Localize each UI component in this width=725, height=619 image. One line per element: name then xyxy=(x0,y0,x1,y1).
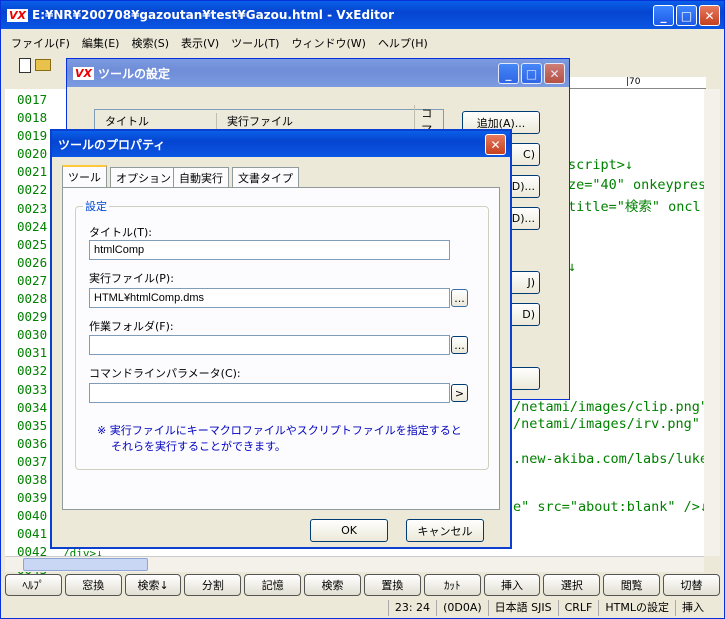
code-line: e" src="about:blank" />↓ xyxy=(513,499,709,515)
exe-label: 実行ファイル(P): xyxy=(89,272,174,285)
line-ending[interactable]: CRLF xyxy=(557,600,599,616)
menu-window[interactable]: ウィンドウ(W) xyxy=(285,35,371,51)
title-label: タイトル(T): xyxy=(89,226,153,239)
exe-input[interactable] xyxy=(89,288,450,308)
menu-tools[interactable]: ツール(T) xyxy=(225,35,285,51)
tab-document-type[interactable]: 文書タイプ xyxy=(232,167,299,187)
status-bar: 23: 24 (0D0A) 日本語 SJIS CRLF HTMLの設定 挿入 xyxy=(1,598,724,618)
line-code: (0D0A) xyxy=(436,600,488,616)
maximize-icon[interactable]: □ xyxy=(676,5,697,26)
note-line-2: それらを実行することができます。 xyxy=(111,440,286,453)
fkey-replace[interactable]: 置換 xyxy=(363,574,421,596)
title-input[interactable] xyxy=(89,240,450,260)
new-file-icon[interactable] xyxy=(19,57,31,73)
workdir-label: 作業フォルダ(F): xyxy=(89,320,174,333)
cancel-button[interactable]: キャンセル xyxy=(406,519,484,542)
tool-settings-title-bar[interactable]: VX ツールの設定 _ □ ✕ xyxy=(67,59,569,87)
browse-workdir-button[interactable]: ... xyxy=(451,336,468,354)
fkey-split[interactable]: 分割 xyxy=(184,574,242,596)
fkey-memory[interactable]: 記憶 xyxy=(244,574,302,596)
maximize-icon[interactable]: □ xyxy=(521,63,542,84)
menu-view[interactable]: 表示(V) xyxy=(175,35,225,51)
code-line: title="検索" oncl xyxy=(568,199,701,215)
dialog-logo-icon: VX xyxy=(73,66,94,80)
scroll-thumb[interactable] xyxy=(23,558,148,571)
column-header[interactable]: 実行ファイル xyxy=(215,112,414,129)
close-icon[interactable]: ✕ xyxy=(544,63,565,84)
main-title: E:¥NR¥200708¥gazoutan¥test¥Gazou.html - … xyxy=(32,8,395,22)
minimize-icon[interactable]: _ xyxy=(653,5,674,26)
menu-edit[interactable]: 編集(E) xyxy=(76,35,126,51)
fkey-select[interactable]: 選択 xyxy=(543,574,601,596)
code-line: /netami/images/clip.png" xyxy=(513,399,709,415)
fkey-browse[interactable]: 閲覧 xyxy=(603,574,661,596)
tool-settings-title: ツールの設定 xyxy=(98,66,171,81)
code-line: ze="40" onkeypres xyxy=(568,177,707,193)
function-key-bar: ﾍﾙﾌﾟ 窓換 検索↓ 分割 記憶 検索 置換 ｶｯﾄ 挿入 選択 閲覧 切替 xyxy=(5,574,720,596)
fkey-cut[interactable]: ｶｯﾄ xyxy=(423,574,481,596)
ruler: |70 xyxy=(568,77,706,89)
tool-properties-dialog: ツールのプロパティ ✕ ツール オプション 自動実行 文書タイプ 設定 タイトル… xyxy=(50,129,512,549)
fkey-window[interactable]: 窓換 xyxy=(64,574,122,596)
browse-exe-button[interactable]: ... xyxy=(451,289,468,307)
group-label: 設定 xyxy=(83,198,109,214)
close-icon[interactable]: ✕ xyxy=(699,5,720,26)
tab-tool[interactable]: ツール xyxy=(62,165,107,187)
ruler-mark: |70 xyxy=(626,77,641,87)
minimize-icon[interactable]: _ xyxy=(498,63,519,84)
cmdline-input[interactable] xyxy=(89,383,450,403)
tab-auto-run[interactable]: 自動実行 xyxy=(173,167,229,187)
cursor-position: 23: 24 xyxy=(387,600,436,616)
menu-search[interactable]: 検索(S) xyxy=(125,35,175,51)
fkey-insert[interactable]: 挿入 xyxy=(483,574,541,596)
code-line: script>↓ xyxy=(568,157,634,173)
fkey-search[interactable]: 検索 xyxy=(304,574,361,596)
tab-panel: 設定 タイトル(T): 実行ファイル(P): ... 作業フォルダ(F): ..… xyxy=(62,187,500,510)
note-line-1: ※ 実行ファイルにキーマクロファイルやスクリプトファイルを指定すると xyxy=(97,424,462,437)
tab-options[interactable]: オプション xyxy=(110,167,177,187)
vertical-scrollbar[interactable] xyxy=(704,89,720,556)
menu-file[interactable]: ファイル(F) xyxy=(5,35,76,51)
app-logo-icon: VX xyxy=(7,8,28,22)
workdir-input[interactable] xyxy=(89,335,450,355)
open-folder-icon[interactable] xyxy=(35,59,51,71)
cmdline-label: コマンドラインパラメータ(C): xyxy=(89,367,241,380)
ok-button[interactable]: OK xyxy=(310,519,388,542)
fkey-help[interactable]: ﾍﾙﾌﾟ xyxy=(5,574,62,596)
menu-bar: ファイル(F) 編集(E) 検索(S) 表示(V) ツール(T) ウィンドウ(W… xyxy=(5,32,720,54)
tool-properties-title-bar[interactable]: ツールのプロパティ ✕ xyxy=(52,131,510,157)
toolbar xyxy=(5,55,51,75)
menu-help[interactable]: ヘルプ(H) xyxy=(372,35,434,51)
main-title-bar[interactable]: VX E:¥NR¥200708¥gazoutan¥test¥Gazou.html… xyxy=(1,1,724,29)
tool-properties-title: ツールのプロパティ xyxy=(58,137,166,152)
horizontal-scrollbar[interactable] xyxy=(5,556,704,572)
encoding[interactable]: 日本語 SJIS xyxy=(487,600,558,616)
cmdline-menu-button[interactable]: > xyxy=(451,384,468,402)
column-header[interactable]: タイトル xyxy=(95,113,216,129)
close-icon[interactable]: ✕ xyxy=(485,134,506,155)
code-line: .new-akiba.com/labs/luke xyxy=(513,451,709,467)
fkey-search-next[interactable]: 検索↓ xyxy=(124,574,182,596)
fkey-toggle[interactable]: 切替 xyxy=(663,574,720,596)
mode-setting[interactable]: HTMLの設定 xyxy=(598,600,675,616)
code-line: /netami/images/irv.png" xyxy=(513,416,700,432)
insert-mode: 挿入 xyxy=(675,600,710,616)
